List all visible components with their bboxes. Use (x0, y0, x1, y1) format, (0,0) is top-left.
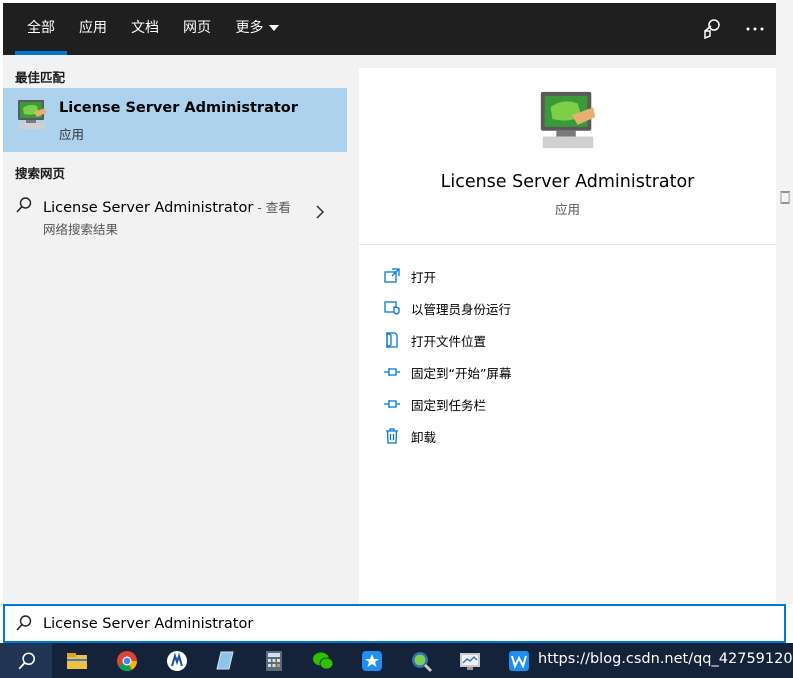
tab-label: 文档 (131, 20, 159, 36)
search-icon (18, 652, 35, 670)
action-label: 打开文件位置 (411, 334, 487, 349)
tab-label: 更多 (235, 20, 264, 36)
action-label: 固定到“开始”屏幕 (411, 366, 512, 381)
trash-icon (386, 428, 398, 444)
action-run-as-admin[interactable]: 以管理员身份运行 (383, 296, 763, 320)
star-app-icon[interactable] (360, 649, 384, 673)
web-result-sub: 网络搜索结果 (43, 222, 119, 237)
search-box[interactable] (3, 604, 786, 643)
tab-label: 网页 (183, 20, 211, 36)
taskbar-search-button[interactable] (0, 643, 52, 678)
file-explorer-icon[interactable] (65, 649, 89, 673)
calculator-icon[interactable] (262, 649, 286, 673)
watermark-text: https://blog.csdn.net/qq_42759120 (538, 651, 793, 667)
license-server-app-icon-large (540, 91, 596, 149)
app-icon[interactable] (165, 649, 189, 673)
action-label: 以管理员身份运行 (411, 302, 512, 317)
best-match-type: 应用 (59, 127, 85, 142)
tab-label: 全部 (27, 20, 55, 36)
magnifier-app-icon[interactable] (409, 649, 433, 673)
action-uninstall[interactable]: 卸载 (383, 424, 763, 448)
results-list: 最佳匹配 License Server Administrator 应用 搜索网… (3, 55, 347, 604)
notes-icon[interactable] (213, 649, 237, 673)
action-pin-to-start[interactable]: 固定到“开始”屏幕 (383, 360, 763, 384)
tab-more[interactable]: 更多 (229, 3, 285, 55)
web-result-name: License Server Administrator - 查看 (43, 197, 291, 216)
pin-icon (384, 368, 400, 376)
search-panel: 全部 应用 文档 网页 更多 最佳匹配 License Server Admin… (3, 3, 776, 604)
web-result-suffix: - 查看 (253, 200, 291, 215)
web-search-item[interactable]: License Server Administrator - 查看 网络搜索结果 (3, 186, 347, 237)
tab-all[interactable]: 全部 (15, 3, 67, 55)
web-heading: 搜索网页 (15, 166, 66, 181)
tab-apps[interactable]: 应用 (71, 3, 115, 55)
filter-bar: 全部 应用 文档 网页 更多 (3, 3, 776, 55)
monitor-icon[interactable] (458, 649, 482, 673)
more-options-icon[interactable] (743, 17, 767, 41)
tab-web[interactable]: 网页 (175, 3, 219, 55)
tab-documents[interactable]: 文档 (123, 3, 167, 55)
chevron-right-icon[interactable] (315, 205, 325, 219)
web-result-text: License Server Administrator (43, 200, 254, 216)
search-input[interactable] (43, 612, 743, 636)
action-pin-to-taskbar[interactable]: 固定到任务栏 (383, 392, 763, 416)
chevron-down-icon (268, 25, 279, 31)
detail-title: License Server Administrator (440, 172, 695, 192)
action-label: 固定到任务栏 (411, 398, 487, 413)
feedback-icon[interactable] (700, 17, 724, 41)
action-open[interactable]: 打开 (383, 264, 763, 288)
tab-label: 应用 (79, 20, 107, 36)
background-window: 🀆 (776, 0, 793, 604)
pin-icon (384, 400, 400, 408)
shield-icon (384, 301, 400, 315)
best-match-name: License Server Administrator (59, 100, 298, 116)
divider (359, 244, 776, 245)
taskbar: https://blog.csdn.net/qq_42759120 (0, 643, 793, 678)
best-match-heading: 最佳匹配 (15, 70, 66, 85)
best-match-item[interactable]: License Server Administrator 应用 (3, 88, 347, 152)
wechat-icon[interactable] (311, 649, 335, 673)
search-icon (16, 197, 32, 213)
action-label: 打开 (411, 270, 437, 285)
file-location-icon (386, 331, 398, 349)
detail-pane: License Server Administrator 应用 打开 以管理员身… (359, 68, 776, 604)
action-open-file-location[interactable]: 打开文件位置 (383, 328, 763, 352)
action-label: 卸载 (411, 430, 437, 445)
open-icon (384, 268, 400, 283)
chrome-icon[interactable] (115, 649, 139, 673)
search-icon (16, 615, 32, 631)
wps-icon[interactable] (507, 649, 531, 673)
license-server-app-icon (18, 100, 46, 129)
background-glyph: 🀆 (780, 190, 791, 205)
detail-type: 应用 (554, 202, 580, 217)
